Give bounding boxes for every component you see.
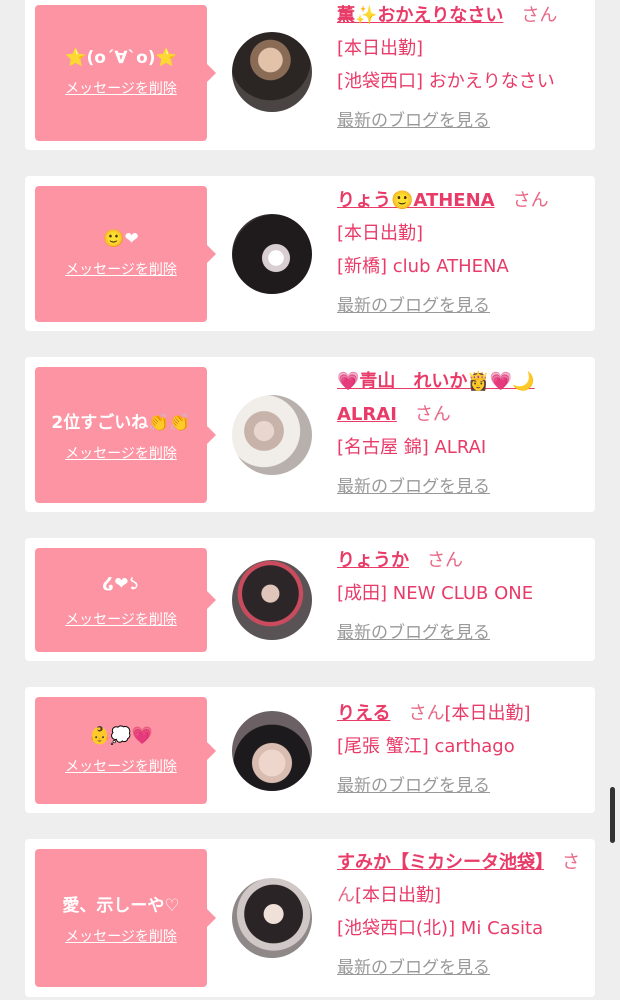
cast-info: すみか【ミカシータ池袋】 さん[本日出勤] [池袋西口(北)] Mi Casit… xyxy=(337,846,589,985)
honorific: さん xyxy=(414,404,451,425)
delete-message-link[interactable]: メッセージを削除 xyxy=(65,443,177,463)
cast-name-link[interactable]: りょう🙂ATHENA xyxy=(337,190,495,211)
message-text: ໒❤১ xyxy=(102,574,140,594)
message-text: 愛、示しーや♡ xyxy=(62,895,180,916)
shop-name: [成田] NEW CLUB ONE xyxy=(337,583,534,604)
shop-name: [尾張 蟹江] carthago xyxy=(337,736,515,757)
cast-name-link[interactable]: 薫✨おかえりなさい xyxy=(337,5,503,26)
message-card: 🙂❤ メッセージを削除 りょう🙂ATHENA さん [本日出勤] [新橋] cl… xyxy=(25,176,595,331)
latest-blog-link[interactable]: 最新のブログを見る xyxy=(337,952,490,985)
honorific: さん xyxy=(408,703,445,724)
avatar[interactable] xyxy=(232,214,312,294)
avatar[interactable] xyxy=(232,711,312,791)
honorific: さん xyxy=(512,190,549,211)
delete-message-link[interactable]: メッセージを削除 xyxy=(65,609,177,629)
delete-message-link[interactable]: メッセージを削除 xyxy=(65,756,177,776)
message-text: 2位すごいね👏👏 xyxy=(51,412,191,433)
message-text: ⭐(o´∀`o)⭐ xyxy=(65,48,177,68)
cast-info: りょうか さん [成田] NEW CLUB ONE 最新のブログを見る xyxy=(337,544,589,650)
shop-name: [池袋西口] おかえりなさい xyxy=(337,71,555,92)
latest-blog-link[interactable]: 最新のブログを見る xyxy=(337,290,490,323)
shop-name: [名古屋 錦] ALRAI xyxy=(337,437,487,458)
cast-name-link[interactable]: すみか【ミカシータ池袋】 xyxy=(337,852,544,873)
avatar[interactable] xyxy=(232,395,312,475)
message-bubble: 2位すごいね👏👏 メッセージを削除 xyxy=(35,367,216,503)
cast-info: 薫✨おかえりなさい さん [本日出勤] [池袋西口] おかえりなさい 最新のブロ… xyxy=(337,0,589,138)
delete-message-link[interactable]: メッセージを削除 xyxy=(65,259,177,279)
cast-info: 💗青山 れいか👸💗🌙ALRAI さん [名古屋 錦] ALRAI 最新のブログを… xyxy=(337,365,589,504)
scrollbar-thumb[interactable] xyxy=(610,787,615,843)
avatar[interactable] xyxy=(232,32,312,112)
message-bubble: 🙂❤ メッセージを削除 xyxy=(35,186,216,322)
avatar[interactable] xyxy=(232,878,312,958)
cast-info: りえる さん[本日出勤] [尾張 蟹江] carthago 最新のブログを見る xyxy=(337,697,589,803)
shop-name: [新橋] club ATHENA xyxy=(337,256,509,277)
latest-blog-link[interactable]: 最新のブログを見る xyxy=(337,617,490,650)
cast-name-link[interactable]: りょうか xyxy=(337,550,409,571)
message-card: 👶💭💗 メッセージを削除 りえる さん[本日出勤] [尾張 蟹江] cartha… xyxy=(25,687,595,813)
cast-name-link[interactable]: りえる xyxy=(337,703,390,724)
cast-info: りょう🙂ATHENA さん [本日出勤] [新橋] club ATHENA 最新… xyxy=(337,184,589,323)
message-card: 愛、示しーや♡ メッセージを削除 すみか【ミカシータ池袋】 さん[本日出勤] [… xyxy=(25,839,595,997)
message-bubble: ໒❤১ メッセージを削除 xyxy=(35,548,216,652)
latest-blog-link[interactable]: 最新のブログを見る xyxy=(337,471,490,504)
cast-status: [本日出勤] xyxy=(337,223,424,244)
message-bubble: 愛、示しーや♡ メッセージを削除 xyxy=(35,849,216,987)
honorific: さん xyxy=(427,550,463,571)
message-card: ⭐(o´∀`o)⭐ メッセージを削除 薫✨おかえりなさい さん [本日出勤] [… xyxy=(25,0,595,150)
message-card: ໒❤১ メッセージを削除 りょうか さん [成田] NEW CLUB ONE 最… xyxy=(25,538,595,661)
avatar[interactable] xyxy=(232,560,312,640)
cast-status: [本日出勤] xyxy=(444,703,531,724)
delete-message-link[interactable]: メッセージを削除 xyxy=(65,78,177,98)
message-text: 👶💭💗 xyxy=(89,725,153,746)
delete-message-link[interactable]: メッセージを削除 xyxy=(65,926,177,946)
cast-status: [本日出勤] xyxy=(337,38,424,59)
shop-name: [池袋西口(北)] Mi Casita xyxy=(337,918,544,939)
message-text: 🙂❤ xyxy=(103,229,139,249)
latest-blog-link[interactable]: 最新のブログを見る xyxy=(337,770,490,803)
cast-status: [本日出勤] xyxy=(355,885,442,906)
honorific: さん xyxy=(521,5,558,26)
message-bubble: ⭐(o´∀`o)⭐ メッセージを削除 xyxy=(35,5,216,141)
message-bubble: 👶💭💗 メッセージを削除 xyxy=(35,697,216,804)
message-card: 2位すごいね👏👏 メッセージを削除 💗青山 れいか👸💗🌙ALRAI さん [名古… xyxy=(25,357,595,512)
latest-blog-link[interactable]: 最新のブログを見る xyxy=(337,105,490,138)
